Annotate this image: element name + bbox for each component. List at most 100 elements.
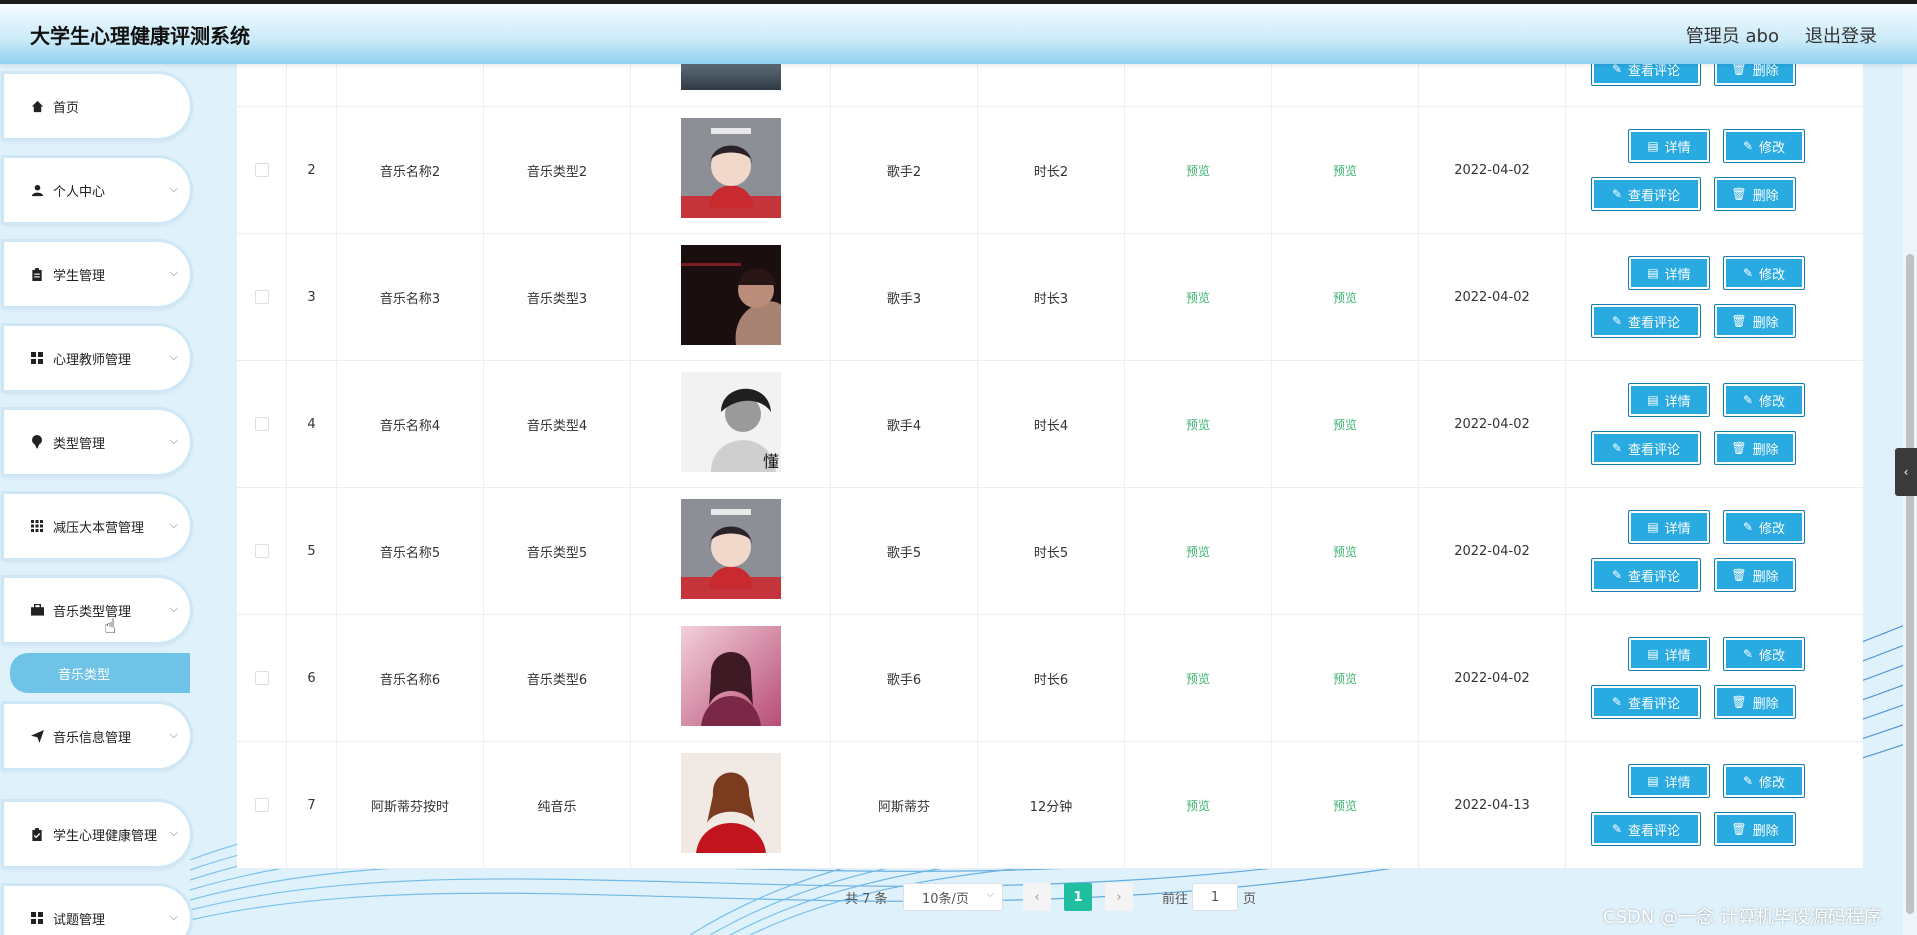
detail-button[interactable]: ▤ 详情: [1628, 129, 1710, 163]
view-comments-button[interactable]: ✎ 查看评论: [1591, 558, 1701, 592]
delete-button[interactable]: 🗑 删除: [1714, 558, 1796, 592]
table-cell: 时长4: [978, 361, 1125, 487]
sidebar-item-personal-center[interactable]: 个人中心 ⌵: [4, 158, 190, 222]
chevron-down-icon: ⌵: [169, 350, 178, 363]
table-cell: 预览: [1125, 107, 1272, 233]
sidebar-item-music-info-management[interactable]: 音乐信息管理 ⌵: [4, 704, 190, 768]
table-cell: 预览: [1272, 615, 1419, 741]
sidebar-item-relax-camp-management[interactable]: 减压大本营管理 ⌵: [4, 494, 190, 558]
detail-button[interactable]: ▤ 详情: [1628, 256, 1710, 290]
table-cell: 5: [287, 488, 337, 614]
sidebar-item-music-type-management[interactable]: 音乐类型管理 ⌵: [4, 578, 190, 642]
release-date: 2022-04-02: [1454, 162, 1530, 178]
sidebar-item-question-management[interactable]: 试题管理 ⌵: [4, 886, 190, 935]
detail-button[interactable]: ▤ 详情: [1628, 764, 1710, 798]
row-checkbox[interactable]: [254, 798, 269, 812]
delete-button[interactable]: 🗑 删除: [1714, 812, 1796, 846]
sidebar-item-teacher-management[interactable]: 心理教师管理 ⌵: [4, 326, 190, 390]
delete-button[interactable]: 🗑 删除: [1714, 685, 1796, 719]
sidebar-item-mental-health-management[interactable]: 学生心理健康管理 ⌵: [4, 802, 190, 866]
row-checkbox[interactable]: [254, 417, 269, 431]
table-cell: 阿斯蒂芬: [831, 742, 978, 868]
prev-page-button[interactable]: ‹: [1023, 883, 1051, 911]
delete-button[interactable]: 🗑 删除: [1714, 64, 1796, 86]
sidebar-item-type-management[interactable]: 类型管理 ⌵: [4, 410, 190, 474]
music-type: 音乐类型5: [526, 545, 588, 561]
edit-button[interactable]: ✎ 修改: [1723, 510, 1805, 544]
preview-link[interactable]: 预览: [1186, 543, 1210, 560]
scrollbar-thumb[interactable]: [1906, 254, 1914, 914]
preview-link[interactable]: 预览: [1333, 543, 1357, 560]
goto-unit-label: 页: [1243, 892, 1257, 907]
view-comments-button[interactable]: ✎ 查看评论: [1591, 177, 1701, 211]
music-cover-image: [680, 245, 781, 349]
trash-icon: 🗑: [1731, 822, 1747, 836]
detail-button[interactable]: ▤ 详情: [1628, 510, 1710, 544]
sidebar-item-label: 类型管理: [53, 436, 106, 452]
sidebar-item-label: 音乐类型管理: [53, 604, 132, 620]
table-cell: [631, 107, 831, 233]
row-checkbox[interactable]: [254, 290, 269, 304]
edit-button[interactable]: ✎ 修改: [1723, 129, 1805, 163]
view-comments-button[interactable]: ✎ 查看评论: [1591, 685, 1701, 719]
music-type: 音乐类型2: [526, 164, 588, 180]
table-cell: 预览: [1272, 742, 1419, 868]
row-checkbox[interactable]: [254, 671, 269, 685]
page-size-select[interactable]: 10条/页 ⌵: [903, 883, 1003, 911]
edit-button[interactable]: ✎ 修改: [1723, 764, 1805, 798]
pencil-icon: ✎: [1742, 647, 1754, 661]
sidebar-item-home[interactable]: 首页: [4, 74, 190, 138]
table-cell: 2022-04-02: [1419, 234, 1566, 360]
table-cell: ▤ 详情 ✎ 修改 ✎ 查看评论 🗑 删除: [1566, 615, 1863, 741]
table-cell: 4: [287, 361, 337, 487]
logout-link[interactable]: 退出登录: [1805, 22, 1877, 48]
delete-button[interactable]: 🗑 删除: [1714, 304, 1796, 338]
preview-link[interactable]: 预览: [1333, 670, 1357, 687]
next-page-button[interactable]: ›: [1105, 883, 1133, 911]
delete-button[interactable]: 🗑 删除: [1714, 177, 1796, 211]
preview-link[interactable]: 预览: [1186, 797, 1210, 814]
delete-button[interactable]: 🗑 删除: [1714, 431, 1796, 465]
view-comments-button[interactable]: ✎ 查看评论: [1591, 431, 1701, 465]
preview-link[interactable]: 预览: [1333, 797, 1357, 814]
edit-button[interactable]: ✎ 修改: [1723, 383, 1805, 417]
goto-page-input[interactable]: 1: [1192, 883, 1238, 911]
edit-button[interactable]: ✎ 修改: [1723, 256, 1805, 290]
sidebar-item-student-management[interactable]: 学生管理 ⌵: [4, 242, 190, 306]
sidebar-subitem-music-type[interactable]: 音乐类型: [10, 653, 190, 693]
view-comments-button[interactable]: ✎ 查看评论: [1591, 304, 1701, 338]
music-name: 阿斯蒂芬按时: [370, 799, 449, 815]
preview-link[interactable]: 预览: [1333, 416, 1357, 433]
home-icon: [30, 99, 44, 113]
table-cell: 音乐名称2: [337, 107, 484, 233]
table-cell: 时长2: [978, 107, 1125, 233]
table-cell: 音乐名称4: [337, 361, 484, 487]
document-icon: ▤: [1647, 647, 1659, 661]
table-cell: [631, 615, 831, 741]
music-table: ✎ 查看评论 🗑 删除 2 音乐名称2 音乐类型2 歌手2 时长2 预览 预览 2022-04-0…: [237, 64, 1863, 869]
detail-button[interactable]: ▤ 详情: [1628, 383, 1710, 417]
page-number-active[interactable]: 1: [1064, 883, 1092, 911]
preview-link[interactable]: 预览: [1186, 162, 1210, 179]
preview-link[interactable]: 预览: [1333, 289, 1357, 306]
watermark-text: CSDN @一念 计算机毕设源码程序: [1603, 907, 1882, 928]
vertical-scrollbar[interactable]: [1903, 64, 1917, 935]
preview-link[interactable]: 预览: [1186, 416, 1210, 433]
release-date: 2022-04-02: [1454, 289, 1530, 305]
edit-button[interactable]: ✎ 修改: [1723, 637, 1805, 671]
detail-button[interactable]: ▤ 详情: [1628, 637, 1710, 671]
chevron-left-icon: ‹: [1903, 465, 1909, 479]
view-comments-button[interactable]: ✎ 查看评论: [1591, 64, 1701, 86]
row-checkbox[interactable]: [254, 544, 269, 558]
preview-link[interactable]: 预览: [1186, 289, 1210, 306]
preview-link[interactable]: 预览: [1186, 670, 1210, 687]
view-comments-button[interactable]: ✎ 查看评论: [1591, 812, 1701, 846]
row-checkbox[interactable]: [254, 163, 269, 177]
collapse-panel-tab[interactable]: ‹: [1895, 448, 1917, 496]
music-cover-image: [680, 118, 781, 222]
pencil-icon: ✎: [1742, 139, 1754, 153]
sidebar: 首页 个人中心 ⌵ 学生管理 ⌵ 心理教师管理 ⌵ 类型管理 ⌵ 减压大本营管理…: [0, 64, 195, 935]
table-cell: 2022-04-02: [1419, 107, 1566, 233]
preview-link[interactable]: 预览: [1333, 162, 1357, 179]
row-index: 6: [307, 670, 316, 686]
